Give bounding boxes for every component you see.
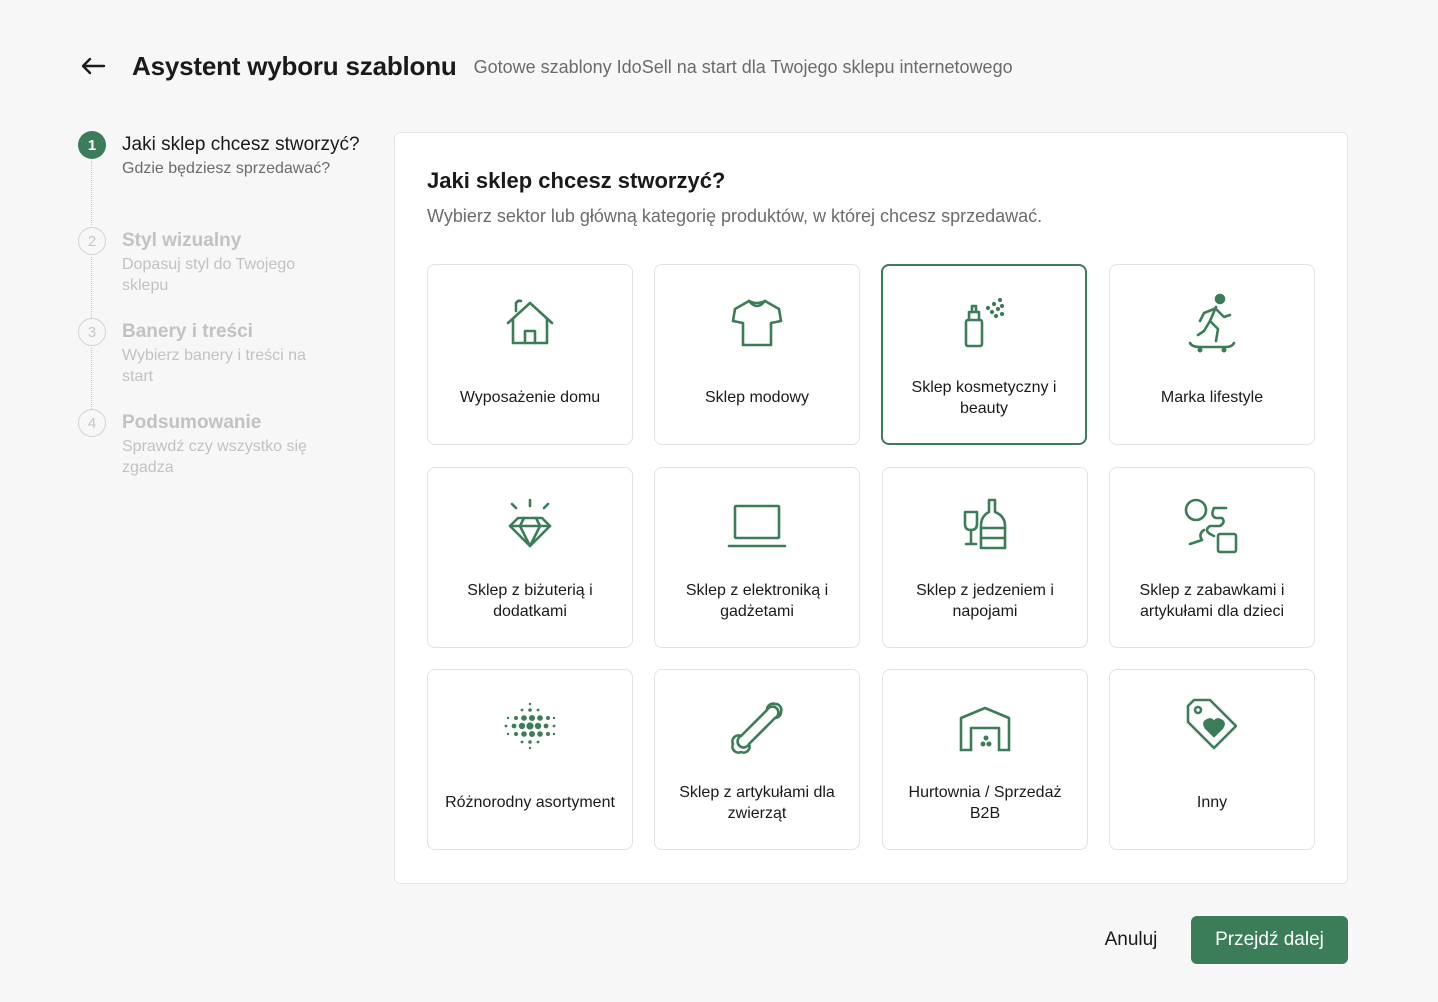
warehouse-icon bbox=[953, 696, 1017, 760]
step-connector bbox=[91, 161, 92, 225]
category-card-home[interactable]: Wyposażenie domu bbox=[427, 264, 633, 445]
selection-panel: Jaki sklep chcesz stworzyć? Wybierz sekt… bbox=[394, 132, 1348, 884]
step-4: 4 Podsumowanie Sprawdź czy wszystko się … bbox=[78, 409, 368, 500]
diamond-icon bbox=[498, 494, 562, 558]
dots-pattern-icon bbox=[498, 696, 562, 760]
category-label: Sklep z elektroniką i gadżetami bbox=[685, 581, 829, 620]
next-button[interactable]: Przejdź dalej bbox=[1191, 916, 1348, 964]
category-label: Sklep z biżuterią i dodatkami bbox=[467, 581, 593, 620]
panel-description: Wybierz sektor lub główną kategorię prod… bbox=[427, 206, 1043, 226]
category-label: Sklep z artykułami dla zwierząt bbox=[679, 783, 835, 822]
step-title: Podsumowanie bbox=[122, 412, 262, 433]
category-label: Hurtownia / Sprzedaż B2B bbox=[908, 783, 1062, 822]
category-card-wholesale[interactable]: Hurtownia / Sprzedaż B2B bbox=[882, 669, 1088, 850]
category-card-various[interactable]: Różnorodny asortyment bbox=[427, 669, 633, 850]
step-1: 1 Jaki sklep chcesz stworzyć? Gdzie będz… bbox=[78, 131, 368, 227]
category-card-lifestyle[interactable]: Marka lifestyle bbox=[1109, 264, 1315, 445]
category-label: Sklep modowy bbox=[704, 389, 810, 406]
step-title: Styl wizualny bbox=[122, 230, 242, 251]
category-label: Inny bbox=[1196, 794, 1228, 811]
back-button[interactable] bbox=[78, 51, 108, 81]
spray-bottle-icon bbox=[952, 292, 1016, 356]
step-description: Gdzie będziesz sprzedawać? bbox=[122, 160, 331, 177]
step-connector bbox=[91, 348, 92, 409]
category-label: Wyposażenie domu bbox=[459, 389, 601, 406]
tshirt-icon bbox=[725, 291, 789, 355]
toy-shapes-icon bbox=[1180, 494, 1244, 558]
laptop-icon bbox=[725, 494, 789, 558]
tag-heart-icon bbox=[1180, 696, 1244, 760]
panel-title: Jaki sklep chcesz stworzyć? bbox=[427, 168, 726, 193]
category-label: Marka lifestyle bbox=[1160, 389, 1264, 406]
step-title: Banery i treści bbox=[122, 321, 253, 342]
arrow-left-icon bbox=[81, 57, 106, 75]
step-description: Sprawdź czy wszystko się zgadza bbox=[122, 438, 307, 476]
category-label: Sklep z jedzeniem i napojami bbox=[916, 581, 1054, 620]
page-title: Asystent wyboru szablonu bbox=[132, 50, 457, 81]
step-title: Jaki sklep chcesz stworzyć? bbox=[122, 134, 360, 155]
step-description: Wybierz banery i treści na start bbox=[122, 347, 306, 385]
category-card-food[interactable]: Sklep z jedzeniem i napojami bbox=[882, 467, 1088, 648]
skateboarder-icon bbox=[1180, 291, 1244, 355]
wine-bottle-icon bbox=[953, 494, 1017, 558]
step-number: 1 bbox=[78, 131, 106, 159]
category-label: Sklep z zabawkami i artykułami dla dziec… bbox=[1139, 581, 1285, 620]
step-number: 3 bbox=[78, 318, 106, 346]
category-card-toys[interactable]: Sklep z zabawkami i artykułami dla dziec… bbox=[1109, 467, 1315, 648]
step-connector bbox=[91, 257, 92, 318]
category-label: Sklep kosmetyczny i beauty bbox=[911, 378, 1057, 417]
cancel-button[interactable]: Anuluj bbox=[1092, 916, 1170, 964]
page-subtitle: Gotowe szablony IdoSell na start dla Two… bbox=[473, 56, 1013, 77]
step-number: 4 bbox=[78, 409, 106, 437]
category-card-beauty[interactable]: Sklep kosmetyczny i beauty bbox=[881, 264, 1087, 445]
category-card-electronics[interactable]: Sklep z elektroniką i gadżetami bbox=[654, 467, 860, 648]
category-card-jewelry[interactable]: Sklep z biżuterią i dodatkami bbox=[427, 467, 633, 648]
step-3: 3 Banery i treści Wybierz banery i treśc… bbox=[78, 318, 368, 409]
house-icon bbox=[498, 291, 562, 355]
step-description: Dopasuj styl do Twojego sklepu bbox=[122, 256, 296, 294]
wizard-stepper: 1 Jaki sklep chcesz stworzyć? Gdzie będz… bbox=[78, 131, 368, 500]
page-header: Asystent wyboru szablonu Gotowe szablony… bbox=[78, 44, 1013, 88]
step-2: 2 Styl wizualny Dopasuj styl do Twojego … bbox=[78, 227, 368, 318]
step-number: 2 bbox=[78, 227, 106, 255]
category-card-pets[interactable]: Sklep z artykułami dla zwierząt bbox=[654, 669, 860, 850]
category-card-fashion[interactable]: Sklep modowy bbox=[654, 264, 860, 445]
bone-icon bbox=[725, 696, 789, 760]
category-label: Różnorodny asortyment bbox=[445, 794, 615, 811]
category-card-other[interactable]: Inny bbox=[1109, 669, 1315, 850]
